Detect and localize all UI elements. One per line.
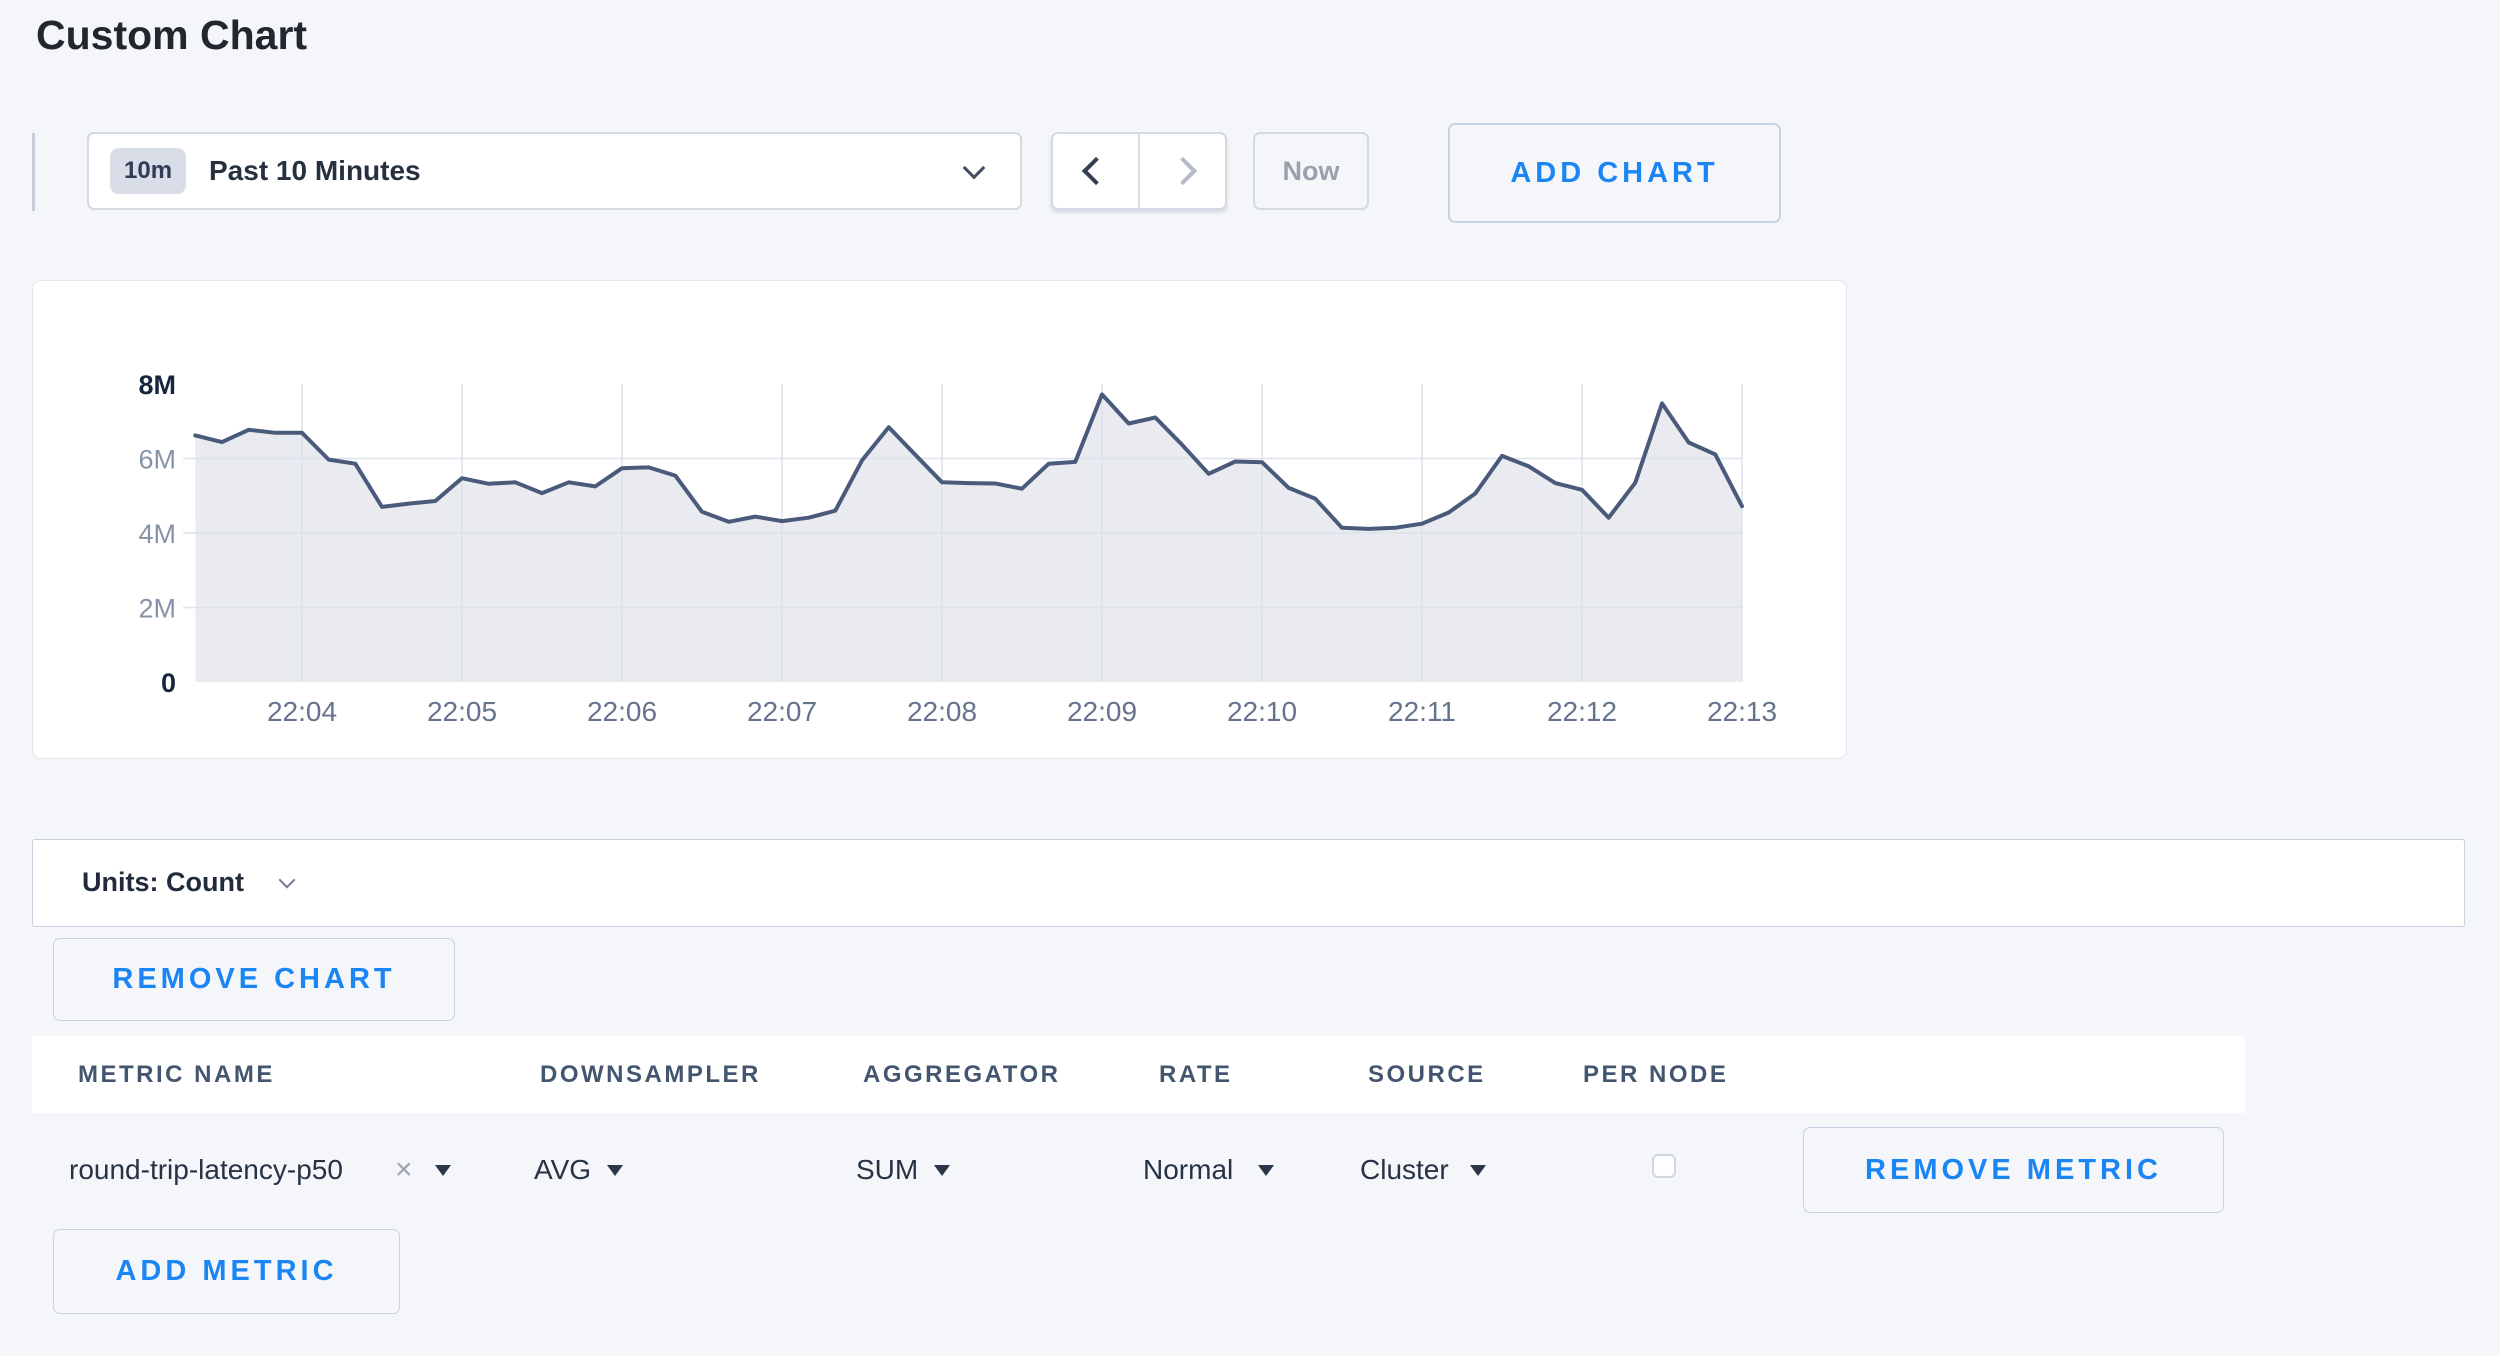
remove-chart-button[interactable]: REMOVE CHART <box>53 938 455 1021</box>
units-select[interactable]: Units: Count <box>32 839 2465 927</box>
caret-down-icon[interactable] <box>934 1165 950 1176</box>
caret-down-icon[interactable] <box>1258 1165 1274 1176</box>
chevron-down-icon <box>279 872 296 889</box>
svg-text:22:05: 22:05 <box>427 696 497 727</box>
svg-text:8M: 8M <box>138 370 176 400</box>
col-rate: RATE <box>1159 1036 1233 1113</box>
add-chart-button[interactable]: ADD CHART <box>1448 123 1781 223</box>
time-pager <box>1051 132 1227 210</box>
downsampler-select[interactable]: AVG <box>534 1135 591 1205</box>
svg-text:22:10: 22:10 <box>1227 696 1297 727</box>
chevron-right-icon <box>1168 157 1196 185</box>
svg-text:22:04: 22:04 <box>267 696 337 727</box>
time-range-label: Past 10 Minutes <box>209 134 421 208</box>
col-per-node: PER NODE <box>1583 1036 1728 1113</box>
now-button[interactable]: Now <box>1253 132 1369 210</box>
svg-text:22:12: 22:12 <box>1547 696 1617 727</box>
svg-text:22:13: 22:13 <box>1707 696 1777 727</box>
aggregator-select[interactable]: SUM <box>856 1135 918 1205</box>
page-title: Custom Chart <box>36 12 307 59</box>
col-downsampler: DOWNSAMPLER <box>540 1036 761 1113</box>
time-forward-button[interactable] <box>1138 134 1225 208</box>
time-range-select[interactable]: 10m Past 10 Minutes <box>87 132 1022 210</box>
remove-metric-button[interactable]: REMOVE METRIC <box>1803 1127 2224 1213</box>
chevron-left-icon <box>1081 157 1109 185</box>
time-accent-divider <box>32 133 35 211</box>
close-icon[interactable]: × <box>395 1135 413 1205</box>
svg-text:22:07: 22:07 <box>747 696 817 727</box>
metric-name-select[interactable]: round-trip-latency-p50 <box>69 1135 343 1205</box>
svg-text:6M: 6M <box>138 445 176 475</box>
svg-text:2M: 2M <box>138 594 176 624</box>
svg-text:4M: 4M <box>138 519 176 549</box>
caret-down-icon[interactable] <box>607 1165 623 1176</box>
chevron-down-icon <box>963 157 986 180</box>
units-label: Units: Count <box>82 840 244 925</box>
caret-down-icon[interactable] <box>435 1165 451 1176</box>
metrics-table-header: METRIC NAME DOWNSAMPLER AGGREGATOR RATE … <box>32 1036 2245 1113</box>
add-metric-button[interactable]: ADD METRIC <box>53 1229 400 1314</box>
caret-down-icon[interactable] <box>1470 1165 1486 1176</box>
svg-text:22:11: 22:11 <box>1388 696 1456 727</box>
rate-select[interactable]: Normal <box>1143 1135 1233 1205</box>
svg-text:22:09: 22:09 <box>1067 696 1137 727</box>
svg-text:22:06: 22:06 <box>587 696 657 727</box>
metric-area-chart[interactable]: 0 2M 4M 6M 8M 22:04 22:05 22:06 22:07 22:08 22:09 2… <box>33 281 1848 760</box>
col-metric-name: METRIC NAME <box>78 1036 275 1113</box>
svg-text:0: 0 <box>161 668 176 698</box>
source-select[interactable]: Cluster <box>1360 1135 1449 1205</box>
time-range-badge: 10m <box>110 148 186 194</box>
chart-panel: 0 2M 4M 6M 8M 22:04 22:05 22:06 22:07 22:08 22:09 2… <box>32 280 1847 759</box>
col-source: SOURCE <box>1368 1036 1486 1113</box>
col-aggregator: AGGREGATOR <box>863 1036 1060 1113</box>
svg-text:22:08: 22:08 <box>907 696 977 727</box>
time-back-button[interactable] <box>1053 134 1138 208</box>
per-node-checkbox[interactable] <box>1652 1154 1676 1178</box>
